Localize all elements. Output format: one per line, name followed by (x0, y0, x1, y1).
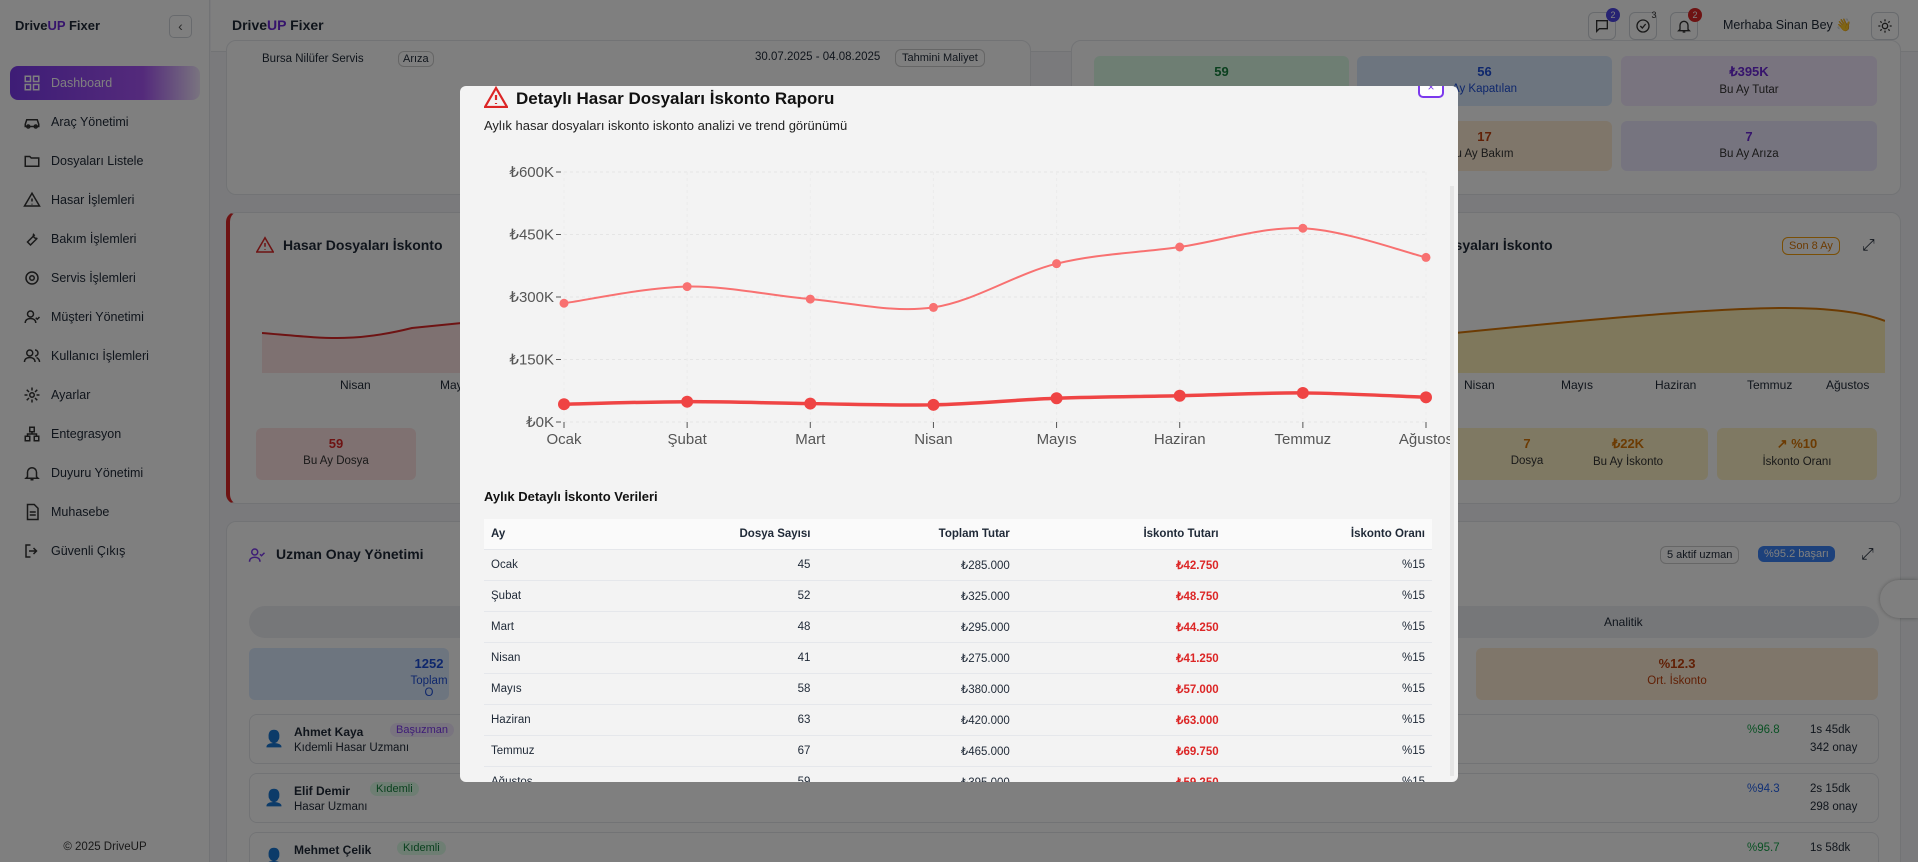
modal-scrollbar[interactable] (1450, 186, 1454, 776)
data-point (1421, 252, 1431, 262)
column-header: Dosya Sayısı (618, 519, 818, 550)
table-cell: 45 (618, 549, 818, 581)
table-cell: 59 (618, 766, 818, 782)
table-row: Ocak 45 ₺285.000 ₺42.750 %15 (484, 549, 1432, 581)
table-cell: %15 (1225, 549, 1432, 581)
table-cell: Ağustos (484, 766, 619, 782)
table-row: Nisan 41 ₺275.000 ₺41.250 %15 (484, 642, 1432, 674)
table-cell: ₺59.250 (1016, 766, 1226, 782)
table-cell: ₺420.000 (817, 704, 1017, 736)
x-tick-label: Nisan (914, 431, 952, 448)
column-header: Toplam Tutar (817, 519, 1017, 550)
warning-icon (484, 86, 508, 108)
data-point (559, 298, 569, 308)
x-tick-label: Mayıs (1037, 431, 1077, 448)
table-cell: ₺465.000 (817, 735, 1017, 767)
table-row: Ağustos59₺395.000₺59.250%15 (484, 766, 1432, 782)
table-cell: Mart (484, 611, 619, 643)
table-title: Aylık Detaylı İskonto Verileri (484, 489, 658, 504)
data-point (558, 398, 570, 411)
table-row: Şubat 52 ₺325.000 ₺48.750 %15 (484, 580, 1432, 612)
table-cell: ₺285.000 (817, 549, 1017, 581)
table-row: Mayıs 58 ₺380.000 ₺57.000 %15 (484, 673, 1432, 705)
table-cell: Şubat (484, 580, 619, 612)
table-cell: %15 (1225, 735, 1432, 767)
data-point (928, 302, 938, 312)
data-point (1050, 392, 1063, 405)
y-tick-label: ₺450K (509, 227, 554, 244)
table-row: Mart 48 ₺295.000 ₺44.250 %15 (484, 611, 1432, 643)
data-point (927, 398, 940, 411)
data-point (1175, 242, 1185, 252)
table-cell: Nisan (484, 642, 619, 674)
table-cell: ₺57.000 (1016, 673, 1226, 705)
column-header: İskonto Oranı (1225, 519, 1432, 550)
x-tick-label: Temmuz (1275, 431, 1332, 448)
modal-title: Detaylı Hasar Dosyaları İskonto Raporu (516, 89, 835, 108)
table-cell: %15 (1225, 642, 1432, 674)
x-tick-label: Mart (795, 431, 826, 448)
table-cell: %15 (1225, 766, 1432, 782)
modal-subtitle: Aylık hasar dosyaları iskonto iskonto an… (484, 118, 848, 133)
data-point (682, 282, 692, 292)
y-tick-label: ₺300K (509, 289, 554, 306)
table-cell: 41 (618, 642, 818, 674)
table-cell: %15 (1225, 580, 1432, 612)
table-cell: ₺63.000 (1016, 704, 1226, 736)
monthly-discount-table: Ay Dosya Sayısı Toplam Tutar İskonto Tutarı… (484, 519, 1432, 782)
x-tick-label: Ağustos (1399, 431, 1453, 448)
table-cell: ₺41.250 (1016, 642, 1226, 674)
table-cell: 67 (618, 735, 818, 767)
data-point (1298, 223, 1308, 233)
data-point (681, 395, 694, 408)
table-cell: %15 (1225, 704, 1432, 736)
table-row: Temmuz 67 ₺465.000 ₺69.750 %15 (484, 735, 1432, 767)
table-cell: ₺69.750 (1016, 735, 1226, 767)
table-cell: 48 (618, 611, 818, 643)
table-cell: %15 (1225, 611, 1432, 643)
data-point (805, 294, 815, 304)
table-cell: ₺395.000 (817, 766, 1017, 782)
close-icon[interactable]: × (1418, 86, 1444, 98)
column-header: Ay (484, 519, 619, 550)
data-point (804, 397, 817, 410)
table-cell: Mayıs (484, 673, 619, 705)
table-cell: Haziran (484, 704, 619, 736)
table-header-row: Ay Dosya Sayısı Toplam Tutar İskonto Tutarı… (484, 519, 1432, 550)
x-tick-label: Şubat (668, 431, 708, 448)
table-cell: ₺325.000 (817, 580, 1017, 612)
data-point (1173, 389, 1186, 402)
table-cell: 52 (618, 580, 818, 612)
data-point (1052, 259, 1062, 269)
table-cell: ₺42.750 (1016, 549, 1226, 581)
y-tick-label: ₺150K (509, 352, 554, 369)
y-tick-label: ₺600K (509, 164, 554, 181)
data-point (1420, 391, 1432, 404)
table-cell: 58 (618, 673, 818, 705)
table-cell: ₺295.000 (817, 611, 1017, 643)
data-point (1296, 386, 1309, 399)
x-tick-label: Ocak (546, 431, 582, 448)
series-line (563, 391, 1427, 407)
table-cell: Temmuz (484, 735, 619, 767)
y-tick-label: ₺0K (526, 414, 554, 431)
table-row: Haziran 63 ₺420.000 ₺63.000 %15 (484, 704, 1432, 736)
report-modal: Detaylı Hasar Dosyaları İskonto Raporu ×… (460, 86, 1458, 782)
table-cell: ₺275.000 (817, 642, 1017, 674)
table-cell: ₺48.750 (1016, 580, 1226, 612)
table-cell: ₺380.000 (817, 673, 1017, 705)
table-cell: %15 (1225, 673, 1432, 705)
table-cell: 63 (618, 704, 818, 736)
discount-trend-chart: ₺0K ₺150K ₺300K ₺450K ₺600K Ocak Şubat Mart Nisa… (509, 164, 1453, 448)
x-tick-label: Haziran (1154, 431, 1206, 448)
table-cell: Ocak (484, 549, 619, 581)
table-cell: ₺44.250 (1016, 611, 1226, 643)
column-header: İskonto Tutarı (1016, 519, 1226, 550)
